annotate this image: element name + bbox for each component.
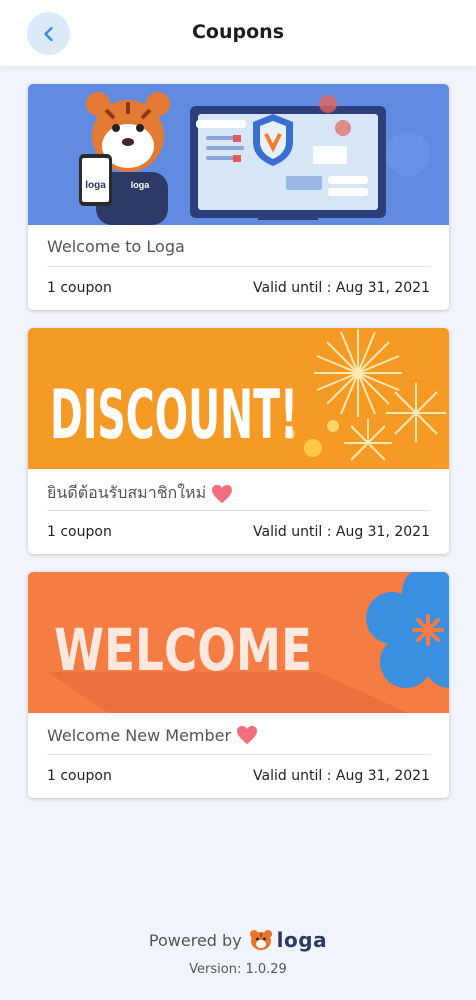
coupon-title: Welcome to Loga (47, 237, 185, 256)
coupon-card-welcome-member[interactable]: WELCOME Welcome New Member 1 coupon Vali… (28, 572, 449, 798)
heart-icon (237, 725, 258, 745)
coupon-valid-until: Valid until : Aug 31, 2021 (253, 524, 430, 540)
coupon-banner-discount: DISCOUNT! (28, 328, 449, 469)
coupon-title-text: Welcome to Loga (47, 237, 185, 256)
coupon-banner-illustration: loga loga (28, 84, 449, 225)
app-version: Version: 1.0.29 (189, 962, 287, 977)
coupon-count: 1 coupon (47, 768, 112, 784)
coupon-title-text: Welcome New Member (47, 725, 232, 745)
page-title: Coupons (191, 21, 284, 43)
brand-name: loga (276, 928, 328, 952)
powered-by-text: Powered by (148, 930, 242, 950)
coupon-count: 1 coupon (47, 524, 112, 540)
banner-discount-text: DISCOUNT! (50, 376, 298, 455)
card-divider (47, 266, 430, 267)
heart-icon (212, 484, 233, 503)
phone-logo-text: loga (85, 180, 106, 191)
app-header: Coupons (0, 0, 476, 66)
coupon-title: Welcome New Member (47, 725, 258, 745)
brand-logo: loga (249, 928, 327, 952)
shirt-logo-text: loga (131, 180, 150, 190)
coupon-card-welcome-loga[interactable]: loga loga Welcome to Loga 1 coupon Valid… (28, 84, 449, 310)
coupon-banner-welcome: WELCOME (28, 572, 449, 713)
powered-by: Powered by loga (0, 928, 476, 952)
tiger-logo-icon (249, 930, 272, 950)
coupon-count: 1 coupon (47, 280, 112, 296)
coupon-valid-until: Valid until : Aug 31, 2021 (253, 768, 430, 784)
coupon-title: ยินดีต้อนรับสมาชิกใหม่ (47, 481, 233, 506)
card-divider (47, 510, 430, 511)
card-divider (47, 754, 430, 755)
banner-welcome-text: WELCOME (54, 616, 312, 684)
coupon-valid-until: Valid until : Aug 31, 2021 (253, 280, 430, 296)
coupon-card-thai-welcome[interactable]: DISCOUNT! ยินดีต้อนรับสมาชิกใหม่ 1 coupo… (28, 328, 449, 554)
coupon-title-text: ยินดีต้อนรับสมาชิกใหม่ (47, 483, 207, 502)
